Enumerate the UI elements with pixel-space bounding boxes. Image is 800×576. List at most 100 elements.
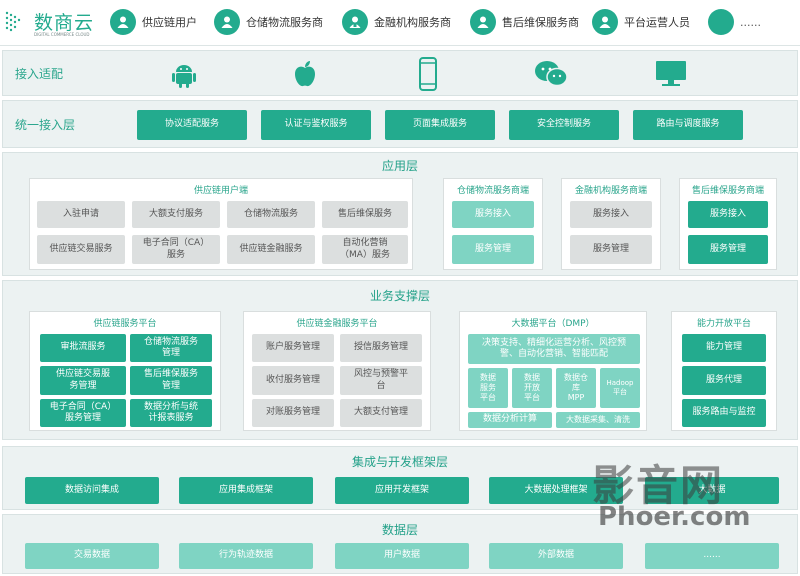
apple-icon <box>295 61 315 87</box>
support-service: 售后维保服务管理 <box>130 366 212 395</box>
gateway-service: 安全控制服务 <box>509 110 619 140</box>
user-icon <box>110 9 136 35</box>
bigdata-cell: Hadoop平台 <box>600 368 640 408</box>
bigdata-compute: 数据分析计算 <box>468 412 552 428</box>
gateway-layer: 统一接入层 协议适配服务 认证与鉴权服务 页面集成服务 安全控制服务 路由与调度… <box>2 100 798 148</box>
bigdata-panel: 大数据平台（DMP） 决策支持、精细化运营分析、风控预警、自动化营销、智能匹配 … <box>459 311 647 431</box>
gateway-title: 统一接入层 <box>15 118 76 132</box>
app-service: 自动化营销（MA）服务 <box>322 235 408 264</box>
support-service: 电子合同（CA）服务管理 <box>40 399 126 427</box>
warehouse-user-icon <box>214 9 240 35</box>
operator-icon <box>592 9 618 35</box>
support-service: 审批流服务 <box>40 334 126 362</box>
bigdata-cell: 数据开放平台 <box>512 368 552 408</box>
role-label: 售后维保服务商 <box>502 16 579 29</box>
support-service: 数据分析与统计报表服务 <box>130 399 212 427</box>
role-operator: 平台运营人员 <box>592 8 690 36</box>
app-layer-title: 应用层 <box>381 159 418 173</box>
logo-text: 数商云 <box>34 12 95 34</box>
support-service: 账户服务管理 <box>252 334 334 362</box>
more-icon <box>708 9 734 35</box>
app-service: 大额支付服务 <box>132 201 220 228</box>
support-service: 对账服务管理 <box>252 399 334 427</box>
app-service: 售后维保服务 <box>322 201 408 228</box>
data-item: 交易数据 <box>25 543 159 569</box>
access-title: 接入适配 <box>15 67 64 81</box>
panel-title: 金融机构服务商端 <box>574 186 647 196</box>
support-service: 风控与预警平台 <box>340 366 422 395</box>
support-user-icon <box>470 9 496 35</box>
finance-panel: 金融机构服务商端 服务接入 服务管理 <box>561 178 661 270</box>
capability-service: 服务代理 <box>682 366 766 395</box>
app-service: 电子合同（CA）服务 <box>132 235 220 264</box>
support-service: 供应链交易服务管理 <box>40 366 126 395</box>
role-label: 供应链用户 <box>142 16 197 29</box>
watermark-url: Phoer.com <box>598 502 751 532</box>
wechat-icon <box>535 61 568 87</box>
gateway-service: 路由与调度服务 <box>633 110 743 140</box>
data-item: 行为轨迹数据 <box>179 543 313 569</box>
role-aftersale: 售后维保服务商 <box>470 8 579 36</box>
supply-platform-panel: 供应链服务平台 审批流服务 仓储物流服务管理 供应链交易服务管理 售后维保服务管… <box>29 311 221 431</box>
role-finance: 金融机构服务商 <box>342 8 451 36</box>
app-service: 服务管理 <box>570 235 652 264</box>
bigdata-cell: 数据仓库MPP <box>556 368 596 408</box>
finance-platform-panel: 供应链金融服务平台 账户服务管理 授信服务管理 收付服务管理 风控与预警平台 对… <box>243 311 431 431</box>
framework-item: 应用集成框架 <box>179 477 313 504</box>
android-icon <box>172 65 196 88</box>
access-layer: 接入适配 <box>2 50 798 96</box>
support-service: 大额支付管理 <box>340 399 422 427</box>
gateway-service: 认证与鉴权服务 <box>261 110 371 140</box>
aftersale-panel: 售后维保服务商端 服务接入 服务管理 <box>679 178 777 270</box>
panel-title: 仓储物流服务商端 <box>456 186 529 196</box>
role-label: 仓储物流服务商 <box>246 16 323 29</box>
role-label: 平台运营人员 <box>624 16 690 29</box>
bigdata-cell: 数据服务平台 <box>468 368 508 408</box>
support-service: 收付服务管理 <box>252 366 334 395</box>
panel-title: 大数据平台（DMP） <box>511 319 595 329</box>
data-item: 用户数据 <box>335 543 469 569</box>
role-label: ...... <box>740 15 761 29</box>
bigdata-capabilities: 决策支持、精细化运营分析、风控预警、自动化营销、智能匹配 <box>468 334 640 364</box>
warehouse-panel: 仓储物流服务商端 服务接入 服务管理 <box>443 178 543 270</box>
app-service: 服务管理 <box>688 235 768 264</box>
role-more: ...... <box>708 8 761 36</box>
header-bar: 数商云 DIGITAL COMMERCE CLOUD 供应链用户 仓储物流服务商… <box>0 0 800 46</box>
panel-title: 供应链金融服务平台 <box>296 319 378 329</box>
gateway-service: 协议适配服务 <box>137 110 247 140</box>
app-service: 仓储物流服务 <box>227 201 315 228</box>
panel-title: 供应链服务平台 <box>93 319 157 329</box>
app-service: 入驻申请 <box>37 201 125 228</box>
app-service: 服务接入 <box>452 201 534 228</box>
role-label: 金融机构服务商 <box>374 16 451 29</box>
panel-title: 售后维保服务商端 <box>691 186 764 196</box>
logo-mark-icon <box>5 11 21 32</box>
logo-subtext: DIGITAL COMMERCE CLOUD <box>34 32 90 37</box>
desktop-icon <box>656 61 686 86</box>
panel-title: 能力开放平台 <box>696 319 751 329</box>
logo: 数商云 DIGITAL COMMERCE CLOUD <box>4 8 104 38</box>
phone-icon <box>419 57 437 91</box>
app-service: 服务接入 <box>688 201 768 228</box>
bigdata-collect: 大数据采集、清洗 <box>556 412 640 428</box>
app-service: 服务接入 <box>570 201 652 228</box>
capability-panel: 能力开放平台 能力管理 服务代理 服务路由与监控 <box>671 311 777 431</box>
support-service: 仓储物流服务管理 <box>130 334 212 362</box>
support-layer: 业务支撑层 供应链服务平台 审批流服务 仓储物流服务管理 供应链交易服务管理 售… <box>2 280 798 440</box>
app-service: 供应链交易服务 <box>37 235 125 264</box>
capability-service: 服务路由与监控 <box>682 399 766 427</box>
data-item: ...... <box>645 543 779 569</box>
support-layer-title: 业务支撑层 <box>369 289 430 303</box>
data-item: 外部数据 <box>489 543 623 569</box>
gateway-service: 页面集成服务 <box>385 110 495 140</box>
role-supply-user: 供应链用户 <box>110 8 197 36</box>
role-warehouse: 仓储物流服务商 <box>214 8 323 36</box>
framework-item: 应用开发框架 <box>335 477 469 504</box>
supply-user-panel: 供应链用户端 入驻申请 大额支付服务 仓储物流服务 售后维保服务 供应链交易服务… <box>29 178 413 270</box>
capability-service: 能力管理 <box>682 334 766 362</box>
panel-title: 供应链用户端 <box>193 186 248 196</box>
support-service: 授信服务管理 <box>340 334 422 362</box>
app-service: 供应链金融服务 <box>227 235 315 264</box>
framework-item: 数据访问集成 <box>25 477 159 504</box>
app-layer: 应用层 供应链用户端 入驻申请 大额支付服务 仓储物流服务 售后维保服务 供应链… <box>2 152 798 276</box>
